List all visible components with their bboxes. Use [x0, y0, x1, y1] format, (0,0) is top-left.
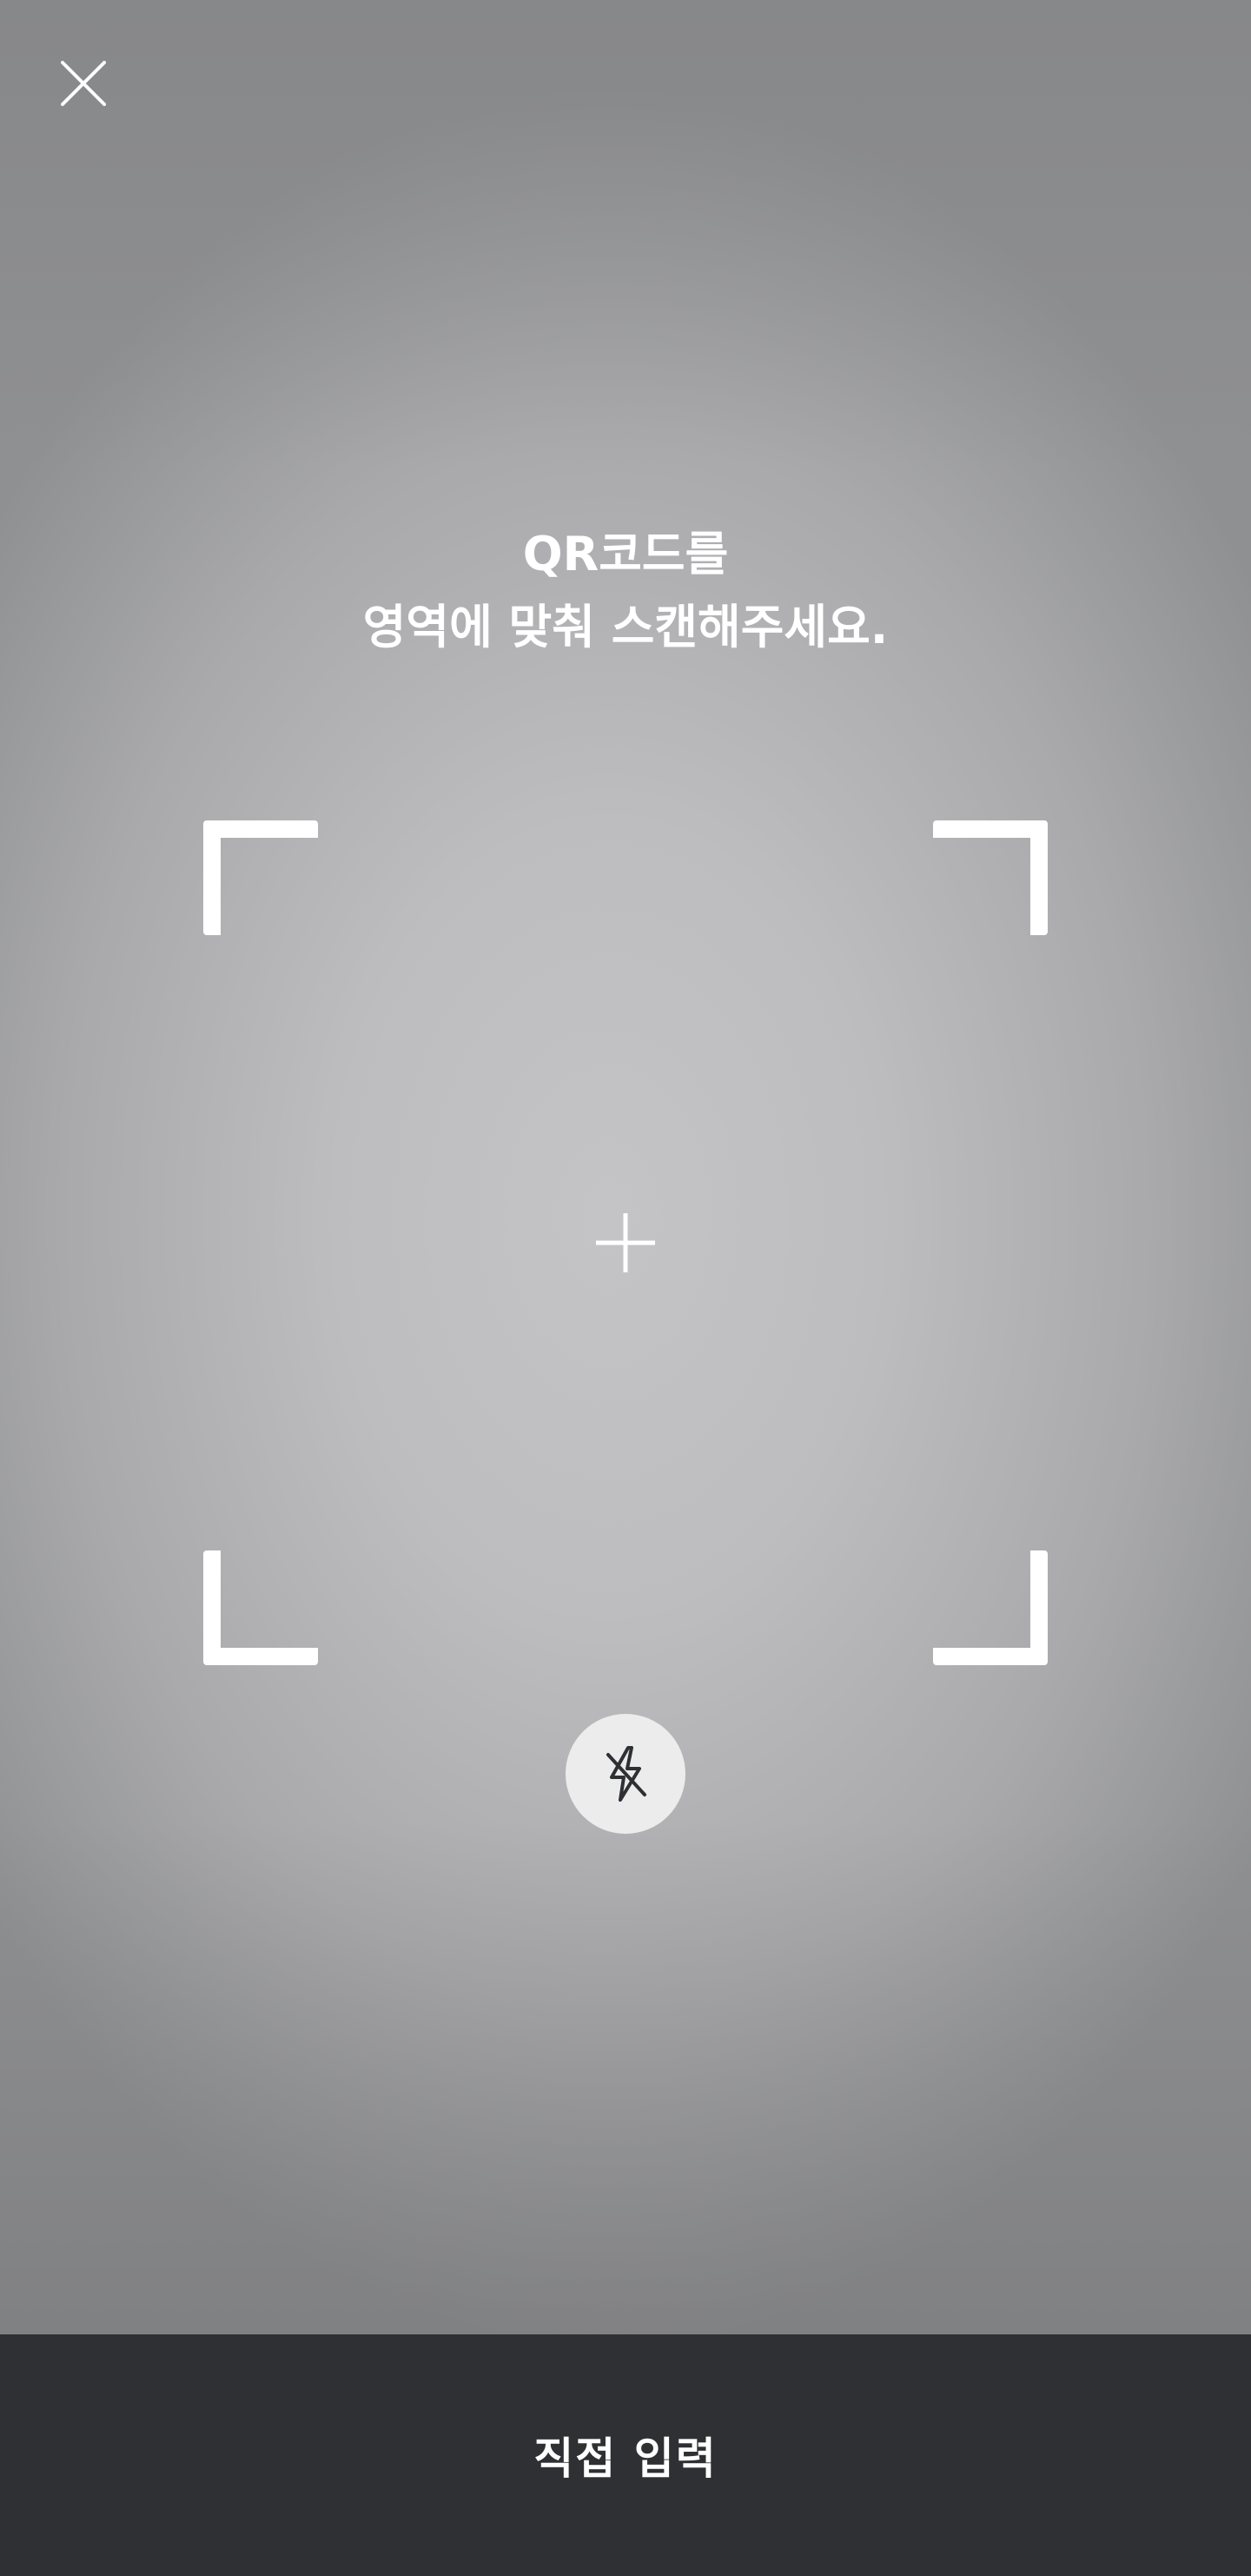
scan-frame-corner-top-right [933, 820, 1048, 935]
scan-instruction: QR코드를 영역에 맞춰 스캔해주세요. [0, 518, 1251, 664]
instruction-line-1: QR코드를 [522, 527, 729, 581]
close-icon [61, 61, 106, 106]
close-button[interactable] [49, 49, 118, 118]
flash-off-icon [606, 1746, 646, 1802]
scan-frame-corner-top-left [203, 820, 318, 935]
scan-frame-corner-bottom-left [203, 1550, 318, 1665]
manual-entry-label: 직접 입력 [533, 2433, 718, 2484]
crosshair-icon [594, 1212, 657, 1274]
flash-toggle-button[interactable] [566, 1714, 685, 1834]
instruction-line-2: 영역에 맞춰 스캔해주세요. [362, 600, 889, 654]
manual-entry-button[interactable]: 직접 입력 [0, 2334, 1251, 2576]
scan-frame-corner-bottom-right [933, 1550, 1048, 1665]
